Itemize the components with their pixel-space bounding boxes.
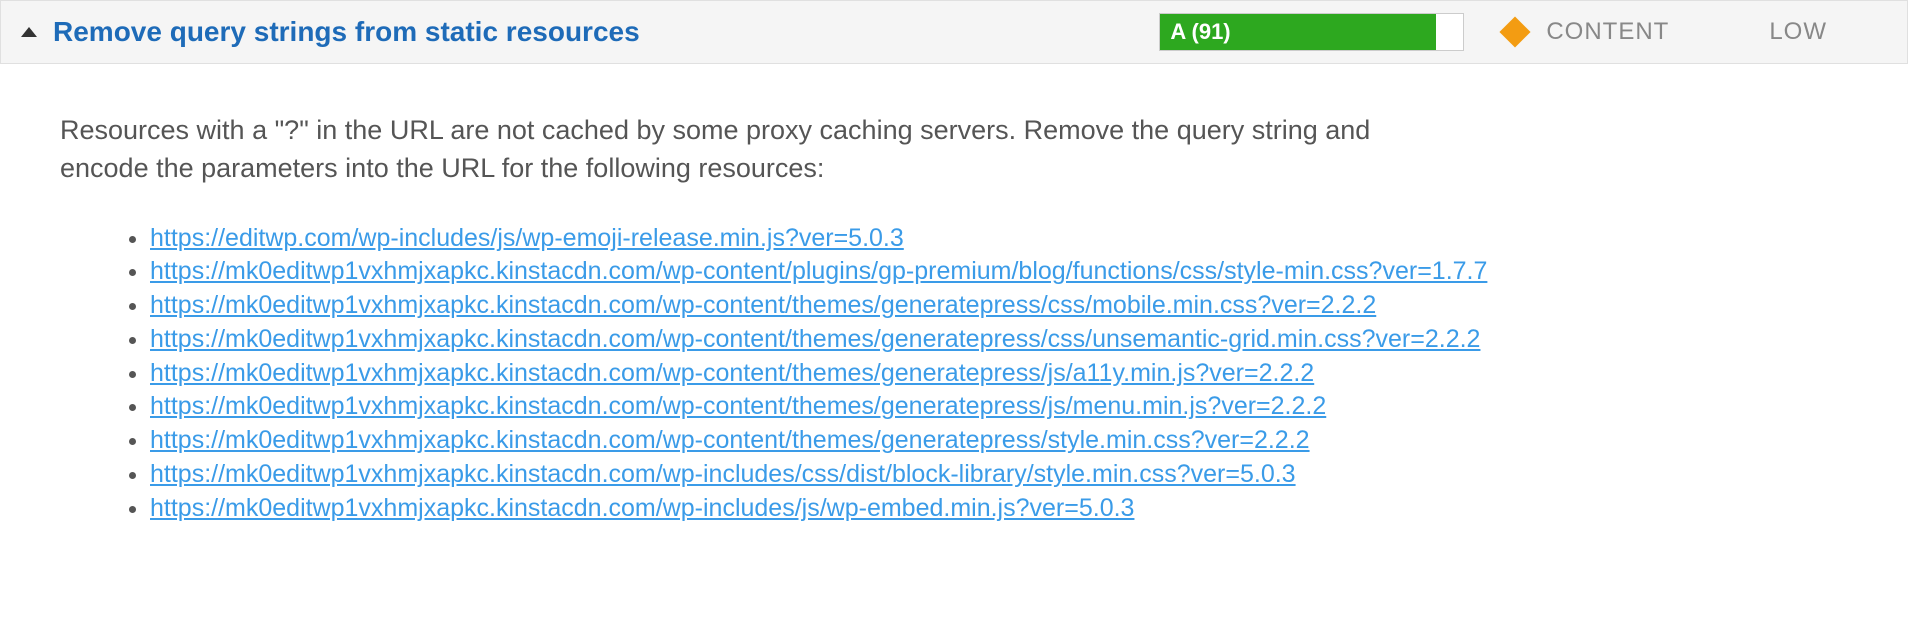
resource-url-link[interactable]: https://mk0editwp1vxhmjxapkc.kinstacdn.c… [150, 325, 1480, 353]
resource-url-list: https://editwp.com/wp-includes/js/wp-emo… [60, 222, 1848, 526]
list-item: https://mk0editwp1vxhmjxapkc.kinstacdn.c… [150, 323, 1848, 357]
recommendation-description: Resources with a "?" in the URL are not … [60, 112, 1380, 188]
recommendation-header: Remove query strings from static resourc… [0, 0, 1908, 64]
collapse-icon [21, 27, 37, 37]
list-item: https://mk0editwp1vxhmjxapkc.kinstacdn.c… [150, 289, 1848, 323]
resource-url-link[interactable]: https://mk0editwp1vxhmjxapkc.kinstacdn.c… [150, 291, 1376, 319]
score-bar: A (91) [1159, 13, 1464, 51]
toggle-area[interactable]: Remove query strings from static resourc… [21, 16, 640, 48]
score-fill: A (91) [1160, 14, 1436, 50]
score-label: A (91) [1170, 19, 1230, 45]
priority-diamond-icon [1500, 16, 1531, 47]
resource-url-link[interactable]: https://mk0editwp1vxhmjxapkc.kinstacdn.c… [150, 257, 1487, 285]
resource-url-link[interactable]: https://mk0editwp1vxhmjxapkc.kinstacdn.c… [150, 460, 1296, 488]
list-item: https://mk0editwp1vxhmjxapkc.kinstacdn.c… [150, 424, 1848, 458]
list-item: https://mk0editwp1vxhmjxapkc.kinstacdn.c… [150, 357, 1848, 391]
recommendation-body: Resources with a "?" in the URL are not … [0, 64, 1908, 555]
list-item: https://mk0editwp1vxhmjxapkc.kinstacdn.c… [150, 390, 1848, 424]
priority-label: LOW [1769, 18, 1827, 46]
list-item: https://editwp.com/wp-includes/js/wp-emo… [150, 222, 1848, 256]
meta-labels: CONTENT LOW [1546, 18, 1887, 46]
resource-url-link[interactable]: https://mk0editwp1vxhmjxapkc.kinstacdn.c… [150, 494, 1134, 522]
resource-url-link[interactable]: https://mk0editwp1vxhmjxapkc.kinstacdn.c… [150, 392, 1326, 420]
resource-url-link[interactable]: https://editwp.com/wp-includes/js/wp-emo… [150, 224, 904, 252]
list-item: https://mk0editwp1vxhmjxapkc.kinstacdn.c… [150, 458, 1848, 492]
resource-url-link[interactable]: https://mk0editwp1vxhmjxapkc.kinstacdn.c… [150, 359, 1314, 387]
list-item: https://mk0editwp1vxhmjxapkc.kinstacdn.c… [150, 255, 1848, 289]
resource-url-link[interactable]: https://mk0editwp1vxhmjxapkc.kinstacdn.c… [150, 426, 1310, 454]
type-label: CONTENT [1546, 18, 1669, 46]
recommendation-title[interactable]: Remove query strings from static resourc… [53, 16, 640, 48]
list-item: https://mk0editwp1vxhmjxapkc.kinstacdn.c… [150, 492, 1848, 526]
